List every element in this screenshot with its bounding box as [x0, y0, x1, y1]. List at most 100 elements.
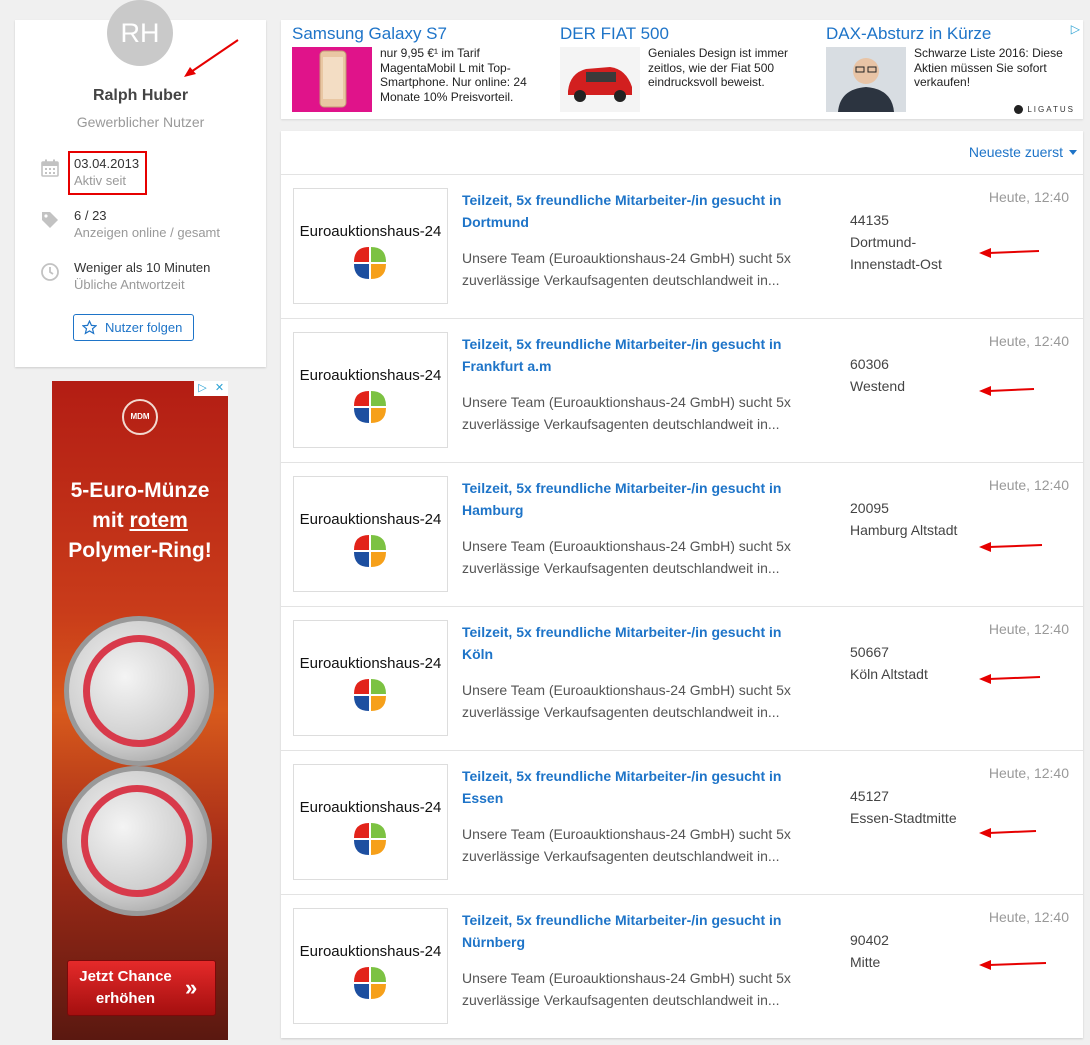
- annotation-arrow-icon: [184, 39, 239, 77]
- phone-ad-image[interactable]: [292, 47, 372, 112]
- ads-count-value: 6 / 23: [74, 208, 107, 223]
- calendar-icon: [41, 159, 59, 177]
- listing-title-link[interactable]: Teilzeit, 5x freundliche Mitarbeiter-/in…: [462, 333, 812, 377]
- side-ad-banner[interactable]: ▷ ✕ MDM 5-Euro-Münze mit rotem Polymer-R…: [52, 381, 228, 1040]
- listing-zip: 20095: [850, 500, 889, 516]
- listing-description: Unsere Team (Euroauktionshaus-24 GmbH) s…: [462, 682, 791, 720]
- company-logo-icon: [354, 967, 386, 999]
- company-logo-icon: [354, 535, 386, 567]
- star-icon: [82, 320, 97, 335]
- listing-panel: Neueste zuerst Euroauktionshaus-24 Teilz…: [281, 131, 1083, 1038]
- top-ad-title[interactable]: DER FIAT 500: [560, 24, 669, 44]
- top-ad-strip: ▷ Samsung Galaxy S7 nur 9,95 €¹ im Tarif…: [281, 20, 1083, 119]
- ad-close-icon[interactable]: ✕: [211, 381, 228, 396]
- follow-user-label: Nutzer folgen: [105, 320, 183, 335]
- company-logo-text: Euroauktionshaus-24: [299, 799, 442, 816]
- listing-item[interactable]: Euroauktionshaus-24 Teilzeit, 5x freundl…: [281, 894, 1083, 1038]
- response-time-label: Übliche Antwortzeit: [74, 277, 185, 292]
- annotation-box: [68, 151, 147, 195]
- listing-title-link[interactable]: Teilzeit, 5x freundliche Mitarbeiter-/in…: [462, 765, 812, 809]
- listing-list: Euroauktionshaus-24 Teilzeit, 5x freundl…: [281, 174, 1083, 1038]
- ad-cta-button[interactable]: Jetzt Chance erhöhen »: [67, 960, 216, 1016]
- annotation-arrow-icon: [979, 674, 1041, 684]
- top-ad-title[interactable]: Samsung Galaxy S7: [292, 24, 447, 44]
- ad-cta-label: Jetzt Chance erhöhen: [79, 968, 172, 1007]
- listing-district: Hamburg Altstadt: [850, 522, 958, 538]
- ad-headline: 5-Euro-Münze mit rotem Polymer-Ring!: [52, 476, 228, 566]
- listing-district: Köln Altstadt: [850, 666, 928, 682]
- top-ad-text: Geniales Design ist immer zeitlos, wie d…: [648, 46, 789, 89]
- coin-image-back: [62, 766, 212, 916]
- listing-description: Unsere Team (Euroauktionshaus-24 GmbH) s…: [462, 970, 791, 1008]
- listing-title-link[interactable]: Teilzeit, 5x freundliche Mitarbeiter-/in…: [462, 189, 812, 233]
- listing-district: Dortmund-Innenstadt-Ost: [850, 234, 942, 272]
- avatar[interactable]: RH: [107, 0, 173, 66]
- listing-zip: 45127: [850, 788, 889, 804]
- listing-thumbnail[interactable]: Euroauktionshaus-24: [293, 476, 448, 592]
- listing-item[interactable]: Euroauktionshaus-24 Teilzeit, 5x freundl…: [281, 174, 1083, 318]
- top-ad-dax[interactable]: DAX-Absturz in Kürze Schwarze Liste 2016…: [826, 24, 1063, 112]
- top-ad-fiat[interactable]: DER FIAT 500 Geniales Design ist immer z…: [560, 24, 788, 112]
- annotation-arrow-icon: [979, 248, 1040, 258]
- listing-title-link[interactable]: Teilzeit, 5x freundliche Mitarbeiter-/in…: [462, 477, 812, 521]
- annotation-arrow-icon: [979, 960, 1047, 970]
- listing-thumbnail[interactable]: Euroauktionshaus-24: [293, 764, 448, 880]
- ad-headline-line1: 5-Euro-Münze: [70, 479, 210, 502]
- listing-zip: 60306: [850, 356, 889, 372]
- profile-name[interactable]: Ralph Huber: [15, 87, 266, 105]
- listing-title-link[interactable]: Teilzeit, 5x freundliche Mitarbeiter-/in…: [462, 621, 812, 665]
- listing-item[interactable]: Euroauktionshaus-24 Teilzeit, 5x freundl…: [281, 462, 1083, 606]
- ad-headline-line3: Polymer-Ring!: [68, 539, 212, 562]
- company-logo-icon: [354, 391, 386, 423]
- listing-item[interactable]: Euroauktionshaus-24 Teilzeit, 5x freundl…: [281, 318, 1083, 462]
- clock-icon: [41, 263, 59, 281]
- listing-title-link[interactable]: Teilzeit, 5x freundliche Mitarbeiter-/in…: [462, 909, 812, 953]
- listing-description: Unsere Team (Euroauktionshaus-24 GmbH) s…: [462, 394, 791, 432]
- top-ad-samsung[interactable]: Samsung Galaxy S7 nur 9,95 €¹ im Tarif M…: [292, 24, 527, 112]
- listing-item[interactable]: Euroauktionshaus-24 Teilzeit, 5x freundl…: [281, 606, 1083, 750]
- car-ad-image[interactable]: [560, 47, 640, 112]
- person-ad-image[interactable]: [826, 47, 906, 112]
- company-logo-text: Euroauktionshaus-24: [299, 367, 442, 384]
- ad-controls: ▷ ✕: [194, 381, 228, 396]
- sort-dropdown[interactable]: Neueste zuerst: [969, 144, 1077, 160]
- ads-count-label: Anzeigen online / gesamt: [74, 225, 220, 240]
- listing-location: 20095 Hamburg Altstadt: [850, 497, 960, 541]
- top-ad-title[interactable]: DAX-Absturz in Kürze: [826, 24, 991, 44]
- company-logo-text: Euroauktionshaus-24: [299, 223, 442, 240]
- double-chevron-right-icon: »: [185, 975, 198, 1000]
- listing-thumbnail[interactable]: Euroauktionshaus-24: [293, 332, 448, 448]
- ad-headline-line2-b: rotem: [129, 509, 188, 532]
- listing-description: Unsere Team (Euroauktionshaus-24 GmbH) s…: [462, 538, 791, 576]
- caret-down-icon: [1069, 149, 1077, 155]
- listing-district: Westend: [850, 378, 905, 394]
- listing-item[interactable]: Euroauktionshaus-24 Teilzeit, 5x freundl…: [281, 750, 1083, 894]
- ad-choices-icon[interactable]: ▷: [1071, 22, 1080, 36]
- follow-user-button[interactable]: Nutzer folgen: [73, 314, 194, 341]
- ad-brand-seal: MDM: [122, 399, 158, 435]
- top-ad-text: nur 9,95 €¹ im Tarif MagentaMobil L mit …: [380, 46, 527, 104]
- annotation-arrow-icon: [979, 828, 1037, 838]
- listing-thumbnail[interactable]: Euroauktionshaus-24: [293, 620, 448, 736]
- listing-location: 90402 Mitte: [850, 929, 960, 973]
- annotation-arrow-icon: [979, 542, 1043, 552]
- coin-image-front: [64, 616, 214, 766]
- company-logo-icon: [354, 823, 386, 855]
- company-logo-text: Euroauktionshaus-24: [299, 655, 442, 672]
- company-logo-text: Euroauktionshaus-24: [299, 511, 442, 528]
- listing-district: Mitte: [850, 954, 881, 970]
- company-logo-icon: [354, 247, 386, 279]
- ad-headline-line2: mit rotem: [52, 506, 228, 536]
- company-logo-text: Euroauktionshaus-24: [299, 943, 442, 960]
- tag-icon: [42, 212, 58, 228]
- listing-location: 44135 Dortmund-Innenstadt-Ost: [850, 209, 960, 275]
- listing-location: 45127 Essen-Stadtmitte: [850, 785, 960, 829]
- response-time-value: Weniger als 10 Minuten: [74, 260, 211, 275]
- top-ad-text: Schwarze Liste 2016: Diese Aktien müssen…: [914, 46, 1063, 89]
- annotation-arrow-icon: [979, 386, 1035, 396]
- ad-info-icon[interactable]: ▷: [194, 381, 211, 396]
- listing-thumbnail[interactable]: Euroauktionshaus-24: [293, 188, 448, 304]
- ad-headline-line2-a: mit: [92, 509, 130, 532]
- listing-zip: 50667: [850, 644, 889, 660]
- listing-thumbnail[interactable]: Euroauktionshaus-24: [293, 908, 448, 1024]
